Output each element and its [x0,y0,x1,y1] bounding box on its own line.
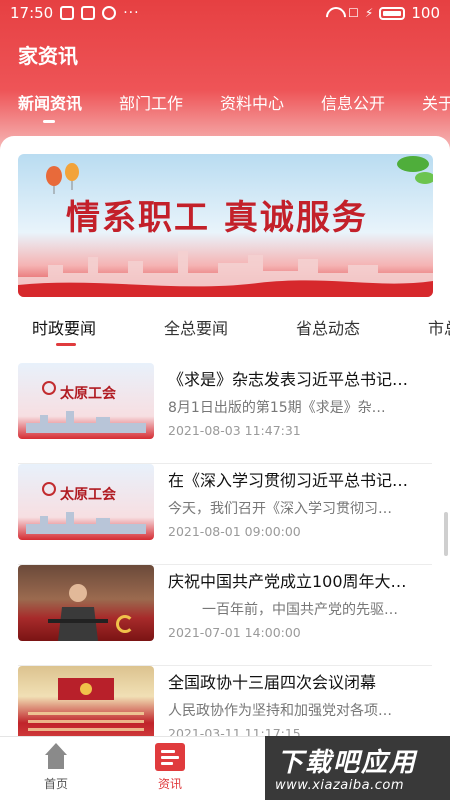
news-thumbnail [18,565,154,641]
list-item[interactable]: 太原工会 《求是》杂志发表习近平总书记… 8月1日出版的第15期《求是》杂… 2… [18,363,432,464]
stage-backdrop [58,678,114,700]
news-title: 全国政协十三届四次会议闭幕 [168,673,377,692]
bottom-nav-home[interactable]: 首页 [26,743,86,792]
news-title: 《求是》杂志发表习近平总书记… [168,370,409,389]
app-header: 17:50 ··· ☐ ⚡ 100 家资讯 新闻资讯 部门工作 资料中心 信息公… [0,0,450,150]
content-panel: 情系职工 真诚服务 时政要闻 全总要闻 省总动态 市总 太原工会 《求是》杂志发… [0,136,450,767]
scrollbar[interactable] [444,512,448,556]
status-time: 17:50 [10,4,54,22]
news-summary: 8月1日出版的第15期《求是》杂… [168,400,386,416]
subtab-acftu-news[interactable]: 全总要闻 [164,315,228,339]
bottom-nav-news[interactable]: 资讯 [140,743,200,792]
news-summary: 一百年前，中国共产党的先驱… [202,602,398,618]
news-thumbnail: 太原工会 [18,363,154,439]
news-thumbnail [18,666,154,742]
watermark-url: www.xiazaiba.com [275,778,404,793]
watermark-title: 下载吧应用 [277,748,418,778]
union-emblem-icon [42,381,56,395]
list-item[interactable]: 庆祝中国共产党成立100周年大… 一百年前，中国共产党的先驱… 2021-07-… [18,565,432,666]
news-date: 2021-08-03 11:47:31 [168,423,301,438]
news-icon [155,743,185,771]
news-date: 2021-08-01 09:00:00 [168,524,301,539]
mail-icon [81,6,96,20]
active-tab-indicator [43,120,55,123]
news-summary: 今天，我们召开《深入学习贯彻习… [168,501,392,517]
battery-icon [379,6,406,20]
list-item[interactable]: 太原工会 在《深入学习贯彻习近平总书记… 今天，我们召开《深入学习贯彻习… 20… [18,464,432,565]
more-notifications: ··· [123,5,140,21]
subtab-city[interactable]: 市总 [428,315,450,339]
subtab-provincial-news[interactable]: 省总动态 [296,315,360,339]
building-image [26,512,146,534]
subtab-current-affairs[interactable]: 时政要闻 [32,315,96,339]
news-title: 在《深入学习贯彻习近平总书记… [168,471,409,490]
alarm-icon: ☐ [348,6,359,20]
tab-about[interactable]: 关于 [422,90,450,114]
banner-slogan: 情系职工 真诚服务 [66,198,368,238]
news-summary: 人民政协作为坚持和加强党对各项… [168,703,392,719]
city-skyline [18,251,433,297]
union-emblem-icon [42,482,56,496]
page-title: 家资讯 [18,44,78,68]
charging-icon: ⚡ [364,6,374,20]
party-emblem-icon [116,615,134,633]
status-bar: 17:50 ··· ☐ ⚡ 100 [0,0,450,26]
news-title: 庆祝中国共产党成立100周年大… [168,572,407,591]
sub-tabs: 时政要闻 全总要闻 省总动态 市总 [0,309,450,345]
shield-icon [60,6,75,20]
leaves-decoration [397,156,433,184]
banner-carousel[interactable]: 情系职工 真诚服务 [18,154,433,297]
building-image [26,411,146,433]
tab-department-work[interactable]: 部门工作 [119,90,183,114]
chat-icon [102,6,117,20]
tab-info-public[interactable]: 信息公开 [321,90,385,114]
bottom-nav-label: 首页 [43,777,68,791]
bottom-nav-label: 资讯 [157,777,182,791]
home-icon [41,743,71,771]
tab-resource-center[interactable]: 资料中心 [220,90,284,114]
news-date: 2021-07-01 14:00:00 [168,625,301,640]
active-subtab-indicator [56,343,76,346]
news-thumbnail: 太原工会 [18,464,154,540]
speaker-photo [48,584,108,641]
tab-news[interactable]: 新闻资讯 [18,90,82,114]
wifi-icon [326,7,342,19]
top-nav: 新闻资讯 部门工作 资料中心 信息公开 关于 [0,90,450,120]
battery-level: 100 [411,4,440,22]
watermark: 下载吧应用 www.xiazaiba.com [265,736,450,800]
